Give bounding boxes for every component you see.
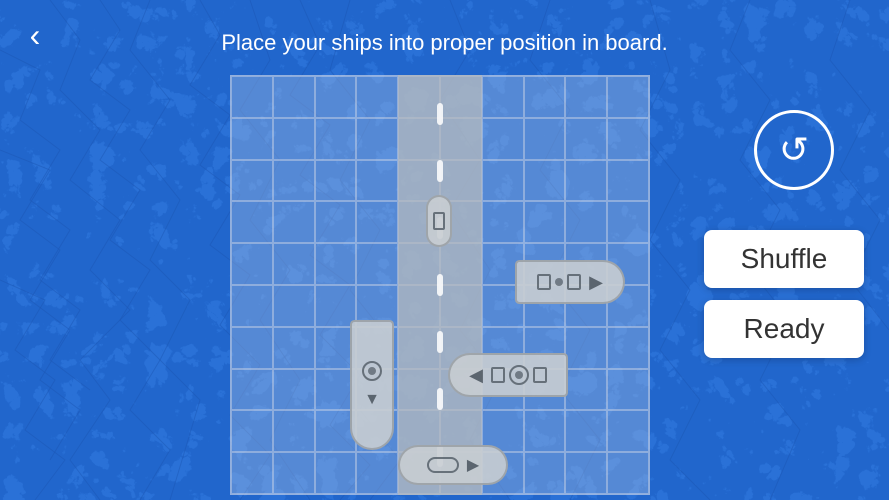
board-cell[interactable] bbox=[607, 327, 649, 369]
board-cell[interactable] bbox=[524, 201, 566, 243]
board-cell[interactable] bbox=[273, 160, 315, 202]
board-cell[interactable] bbox=[565, 118, 607, 160]
board-cell[interactable] bbox=[231, 201, 273, 243]
board-cell[interactable] bbox=[273, 285, 315, 327]
ship-4-icon: ◀ bbox=[469, 365, 547, 386]
ship-2[interactable]: ▶ bbox=[515, 260, 625, 304]
board-cell[interactable] bbox=[356, 160, 398, 202]
rotate-icon: ↻ bbox=[779, 129, 809, 171]
board-cell[interactable] bbox=[315, 76, 357, 118]
board-cell[interactable] bbox=[356, 201, 398, 243]
board-cell[interactable] bbox=[482, 118, 524, 160]
board-cell[interactable] bbox=[607, 201, 649, 243]
board-cell[interactable] bbox=[273, 76, 315, 118]
board-cell[interactable] bbox=[315, 243, 357, 285]
board-cell[interactable] bbox=[273, 452, 315, 494]
road-dash bbox=[437, 388, 443, 410]
board-cell[interactable] bbox=[565, 452, 607, 494]
board-cell[interactable] bbox=[482, 201, 524, 243]
road-dash bbox=[437, 160, 443, 182]
ship-arrow-left: ◀ bbox=[469, 365, 483, 386]
board-cell[interactable] bbox=[565, 327, 607, 369]
board-cell[interactable] bbox=[231, 160, 273, 202]
road-vertical bbox=[398, 75, 482, 495]
ready-button[interactable]: Ready bbox=[704, 300, 864, 358]
board-cell[interactable] bbox=[273, 243, 315, 285]
board-cell[interactable] bbox=[607, 160, 649, 202]
board-cell[interactable] bbox=[231, 410, 273, 452]
board-cell[interactable] bbox=[607, 76, 649, 118]
ship-1[interactable] bbox=[426, 195, 452, 247]
board-cell[interactable] bbox=[607, 410, 649, 452]
board-cell[interactable] bbox=[565, 369, 607, 411]
board-cell[interactable] bbox=[273, 410, 315, 452]
ship-detail-circle bbox=[555, 278, 563, 286]
ship-5-icon: ▶ bbox=[427, 455, 479, 475]
ship-detail-oval bbox=[427, 457, 459, 473]
board-cell[interactable] bbox=[231, 243, 273, 285]
ship-detail-circle bbox=[509, 365, 529, 385]
board-cell[interactable] bbox=[607, 369, 649, 411]
ship-detail bbox=[433, 212, 445, 230]
inner-circle bbox=[368, 367, 376, 375]
board-cell[interactable] bbox=[524, 160, 566, 202]
inner-circle bbox=[515, 371, 523, 379]
ship-2-icon: ▶ bbox=[537, 272, 603, 293]
board-cell[interactable] bbox=[482, 160, 524, 202]
board-cell[interactable] bbox=[315, 160, 357, 202]
board-cell[interactable] bbox=[565, 160, 607, 202]
road-dash bbox=[437, 103, 443, 125]
board-cell[interactable] bbox=[231, 369, 273, 411]
rotate-button[interactable]: ↻ bbox=[754, 110, 834, 190]
board-cell[interactable] bbox=[607, 452, 649, 494]
board-cell[interactable] bbox=[273, 201, 315, 243]
ship-detail bbox=[537, 274, 551, 290]
board-cell[interactable] bbox=[231, 327, 273, 369]
board-cell[interactable] bbox=[356, 76, 398, 118]
road-dash bbox=[437, 331, 443, 353]
board-cell[interactable] bbox=[231, 118, 273, 160]
ship-detail bbox=[567, 274, 581, 290]
ship-arrow-down: ▼ bbox=[364, 391, 380, 409]
ship-arrow: ▶ bbox=[589, 272, 603, 293]
board-cell[interactable] bbox=[231, 76, 273, 118]
board-cell[interactable] bbox=[356, 118, 398, 160]
ship-detail-circle bbox=[362, 361, 382, 381]
board-cell[interactable] bbox=[315, 118, 357, 160]
ship-1-icon bbox=[433, 212, 445, 230]
board-cell[interactable] bbox=[356, 243, 398, 285]
board-cell[interactable] bbox=[565, 201, 607, 243]
board-cell[interactable] bbox=[273, 369, 315, 411]
ship-3-icon: ▼ bbox=[362, 361, 382, 409]
ship-4[interactable]: ◀ bbox=[448, 353, 568, 397]
board-cell[interactable] bbox=[315, 452, 357, 494]
board-cell[interactable] bbox=[524, 76, 566, 118]
ship-arrow-right: ▶ bbox=[467, 455, 479, 475]
board-cell[interactable] bbox=[231, 285, 273, 327]
action-buttons: Shuffle Ready bbox=[704, 230, 864, 358]
board-cell[interactable] bbox=[565, 76, 607, 118]
page-title: Place your ships into proper position in… bbox=[0, 30, 889, 56]
board-cell[interactable] bbox=[482, 76, 524, 118]
ship-5[interactable]: ▶ bbox=[398, 445, 508, 485]
road-dash bbox=[437, 274, 443, 296]
ship-detail bbox=[533, 367, 547, 383]
board-cell[interactable] bbox=[607, 118, 649, 160]
board-cell[interactable] bbox=[524, 118, 566, 160]
ship-detail bbox=[491, 367, 505, 383]
board-cell[interactable] bbox=[565, 410, 607, 452]
board-cell[interactable] bbox=[231, 452, 273, 494]
shuffle-button[interactable]: Shuffle bbox=[704, 230, 864, 288]
board-cell[interactable] bbox=[273, 327, 315, 369]
ship-3[interactable]: ▼ bbox=[350, 320, 394, 450]
board-cell[interactable] bbox=[273, 118, 315, 160]
board-cell[interactable] bbox=[315, 201, 357, 243]
board-cell[interactable] bbox=[524, 452, 566, 494]
board-cell[interactable] bbox=[356, 452, 398, 494]
game-board-container: ▶ ▼ ◀ ▶ bbox=[230, 75, 650, 495]
board-cell[interactable] bbox=[524, 410, 566, 452]
